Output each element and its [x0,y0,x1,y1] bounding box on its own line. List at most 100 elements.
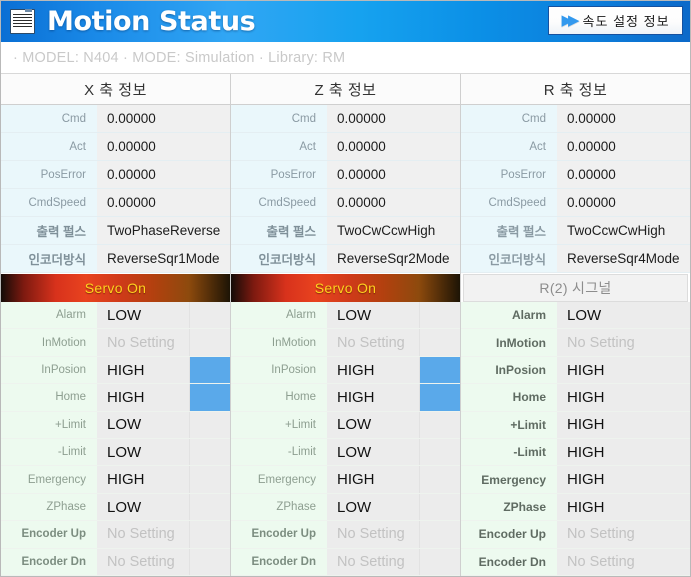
status-row-value: LOW [97,302,190,329]
status-row: Home HIGH [461,384,690,412]
status-row: -Limit HIGH [461,439,690,467]
status-row: InMotion No Setting [231,329,460,357]
info-row-label: CmdSpeed [1,189,97,216]
status-indicator [420,356,460,384]
info-row: PosError 0.00000 [1,161,230,189]
status-row: Alarm LOW [1,302,230,330]
status-row-label: ZPhase [461,493,557,521]
status-indicator [190,384,230,411]
status-row-label: Home [1,384,97,411]
status-row-value: HIGH [327,466,420,493]
servo-on-bar[interactable]: Servo On [231,274,460,302]
info-row-label: PosError [1,161,97,188]
status-row-value: No Setting [327,548,420,576]
info-row: Act 0.00000 [1,133,230,161]
model-info-text: · MODEL: N404 · MODE: Simulation · Libra… [13,49,346,66]
info-row-label: Act [1,133,97,160]
status-row-label: Encoder Dn [1,548,97,576]
info-row-value: 0.00000 [97,105,230,132]
status-row-value: HIGH [557,384,690,411]
status-row-value: HIGH [557,411,690,439]
status-row: ZPhase LOW [231,493,460,522]
info-row-label: CmdSpeed [461,189,557,216]
info-row-label: Cmd [1,105,97,132]
status-row-label: Alarm [1,302,97,329]
axis-column-title: Z 축 정보 [314,81,377,99]
info-row-value: 0.00000 [557,161,690,188]
status-indicator [190,302,230,329]
status-row-value: No Setting [557,329,690,356]
status-row-value: No Setting [97,521,190,548]
status-row: InPosion HIGH [461,356,690,385]
status-row-value: No Setting [557,548,690,576]
status-row-label: InPosion [461,356,557,384]
speed-settings-button[interactable]: ▶▶ 속도 설정 정보 [548,6,683,35]
info-row-label: Cmd [231,105,327,132]
status-row-value: HIGH [557,439,690,466]
status-row-label: Home [461,384,557,411]
status-row: Encoder Up No Setting [461,521,690,549]
axis-column-header-x: X 축 정보 [1,74,230,105]
status-row: Alarm LOW [461,302,690,330]
status-row: Encoder Up No Setting [231,521,460,549]
status-row-label: Encoder Up [1,521,97,548]
axis-column-r: R 축 정보 Cmd 0.00000 Act 0.00000 PosError 0.0000… [461,74,690,577]
info-row-value: 0.00000 [327,133,460,160]
axis-columns: X 축 정보 Cmd 0.00000 Act 0.00000 PosError 0.0000… [1,74,690,577]
status-row-label: InPosion [231,356,327,384]
status-row-value: LOW [327,411,420,439]
status-row-label: -Limit [1,439,97,466]
status-row: ZPhase HIGH [461,493,690,522]
page-title: Motion Status [47,6,256,37]
status-row: Home HIGH [231,384,460,412]
status-indicator [420,411,460,439]
servo-on-bar[interactable]: Servo On [1,274,230,302]
info-row-value: TwoCwCcwHigh [327,217,460,244]
info-row-value: ReverseSqr4Mode [557,245,690,272]
info-row-label: PosError [231,161,327,188]
axis-column-title: X 축 정보 [84,81,147,99]
status-indicator [190,439,230,466]
info-row-label: PosError [461,161,557,188]
status-row-label: InMotion [461,329,557,356]
status-indicator [420,439,460,466]
info-row-value: ReverseSqr1Mode [97,245,230,272]
status-row-label: -Limit [461,439,557,466]
info-row: 출력 펄스 TwoPhaseReverse [1,217,230,245]
status-row-label: Encoder Up [231,521,327,548]
axis-column-title: R 축 정보 [543,81,608,99]
info-row-value: 0.00000 [97,161,230,188]
status-indicator [420,493,460,521]
status-row-label: +Limit [1,411,97,439]
info-row-label: Act [461,133,557,160]
info-row: PosError 0.00000 [231,161,460,189]
status-row-value: HIGH [97,384,190,411]
status-indicator [420,466,460,493]
status-row-label: Alarm [231,302,327,329]
status-indicator [190,548,230,576]
status-row-value: HIGH [97,466,190,493]
info-row-value: 0.00000 [327,105,460,132]
speed-settings-label: 속도 설정 정보 [582,14,670,29]
status-row: Encoder Dn No Setting [1,548,230,577]
spreadsheet-icon [10,9,35,34]
status-row-value: HIGH [557,493,690,521]
info-row-value: 0.00000 [557,189,690,216]
info-row: CmdSpeed 0.00000 [1,189,230,217]
status-row-value: HIGH [327,356,420,384]
status-row: Encoder Dn No Setting [231,548,460,577]
signal-bar[interactable]: R(2) 시그널 [463,274,688,302]
axis-column-z: Z 축 정보 Cmd 0.00000 Act 0.00000 PosError 0.0000… [231,74,461,577]
status-row-value: LOW [327,439,420,466]
status-row-value: HIGH [327,384,420,411]
info-row-label: 출력 펄스 [231,217,327,244]
status-row-label: Emergency [231,466,327,493]
status-row: InMotion No Setting [1,329,230,357]
status-row: Alarm LOW [231,302,460,330]
status-row-value: No Setting [327,329,420,356]
info-row-value: 0.00000 [97,133,230,160]
status-row-label: Emergency [461,466,557,493]
status-row: Encoder Dn No Setting [461,548,690,577]
status-indicator [420,329,460,356]
status-indicator [190,493,230,521]
